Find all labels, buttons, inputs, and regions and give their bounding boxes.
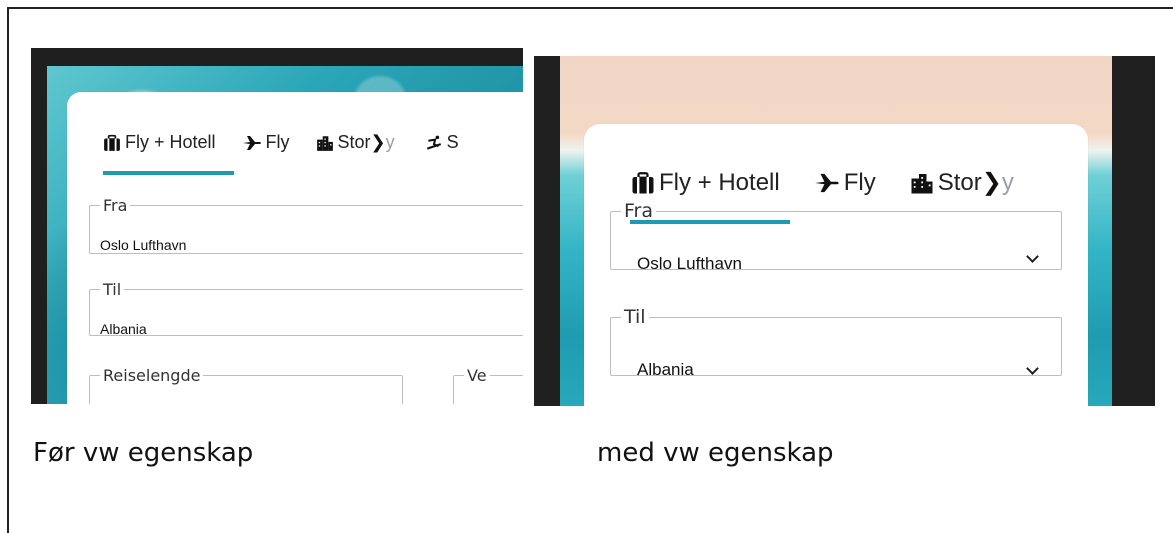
search-card: Fly + Hotell Fly Stor ❯ y Fra Oslo Lufthav… xyxy=(584,124,1088,406)
tab-label: Fly + Hotell xyxy=(659,168,780,196)
tab-fly[interactable]: Fly xyxy=(814,169,876,197)
ski-icon xyxy=(425,134,443,152)
chevron-right-icon[interactable]: ❯ xyxy=(982,168,1002,197)
from-value: Oslo Lufthavn xyxy=(637,254,742,273)
tab-label: Stor xyxy=(937,168,982,196)
tab-label-faded: y xyxy=(385,132,395,152)
tab-fly-hotell[interactable]: Fly + Hotell xyxy=(631,169,780,197)
screenshot-after: Fly + Hotell Fly Stor ❯ y Fra Oslo Lufthav… xyxy=(534,56,1155,406)
tab-ski[interactable]: S xyxy=(425,132,459,153)
tab-fly[interactable]: Fly xyxy=(242,132,290,153)
suitcase-icon xyxy=(103,134,121,152)
city-icon xyxy=(910,171,934,195)
tab-bar: Fly + Hotell Fly Stor ❯ y S xyxy=(103,132,485,153)
chevron-down-icon xyxy=(1026,362,1039,375)
from-legend: Fra xyxy=(624,200,654,222)
tab-label: Fly xyxy=(265,132,290,152)
tab-fly-hotell[interactable]: Fly + Hotell xyxy=(103,132,216,153)
tab-bar: Fly + Hotell Fly Stor ❯ y xyxy=(631,168,1040,197)
caption-before: Før vw egenskap xyxy=(33,438,254,468)
tab-label-faded: y xyxy=(1001,168,1014,196)
plane-icon xyxy=(814,172,840,194)
chevron-down-icon xyxy=(1026,250,1039,263)
caption-after: med vw egenskap xyxy=(597,438,834,468)
tab-label: Fly xyxy=(843,168,876,196)
tab-storby[interactable]: Stor ❯ y xyxy=(316,132,395,153)
tab-label: Stor xyxy=(337,132,371,152)
from-select[interactable]: Fra Oslo Lufthavn xyxy=(610,200,1062,273)
tab-storby[interactable]: Stor ❯ y xyxy=(910,168,1014,197)
to-legend: Til xyxy=(624,306,646,328)
frame-edge xyxy=(1112,56,1155,406)
tab-label: Fly + Hotell xyxy=(125,132,216,152)
to-value: Albania xyxy=(637,360,694,379)
suitcase-icon xyxy=(631,171,655,195)
frame-edge xyxy=(534,56,560,406)
city-icon xyxy=(316,134,334,152)
chevron-right-icon[interactable]: ❯ xyxy=(371,132,386,153)
plane-icon xyxy=(242,134,262,152)
to-select[interactable]: Til Albania xyxy=(610,306,1062,379)
screenshot-before: Fly + Hotell Fly Stor ❯ y S xyxy=(31,48,523,404)
tab-label: S xyxy=(446,132,459,152)
search-card: Fly + Hotell Fly Stor ❯ y S xyxy=(67,92,523,404)
